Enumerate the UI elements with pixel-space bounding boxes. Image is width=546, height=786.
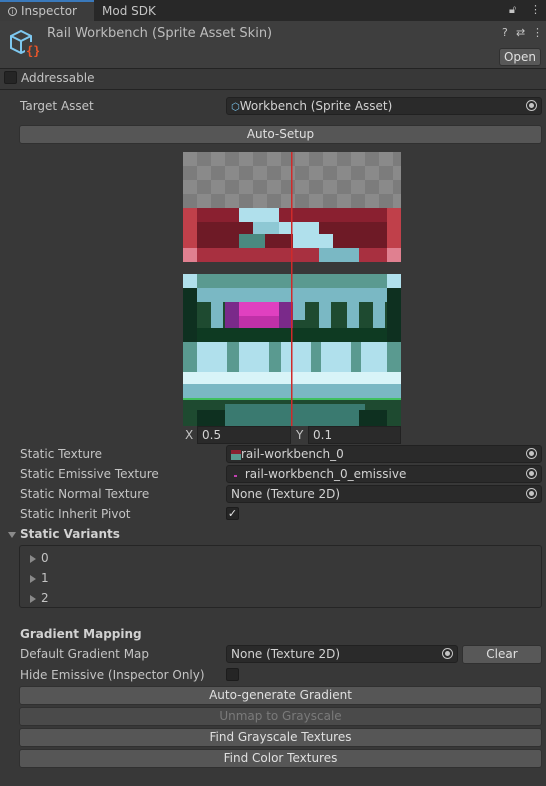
static-emissive-field[interactable]: rail-workbench_0_emissive [226, 465, 542, 483]
gradient-mapping-heading: Gradient Mapping [20, 627, 142, 641]
default-gradient-map-label: Default Gradient Map [20, 647, 150, 661]
static-variants-foldout[interactable]: Static Variants [8, 527, 120, 541]
addressable-checkbox[interactable] [4, 71, 17, 84]
static-normal-value: None (Texture 2D) [231, 487, 341, 501]
static-emissive-label: Static Emissive Texture [20, 467, 159, 481]
sprite-preview[interactable] [183, 152, 401, 426]
sprite-asset-icon: {} [10, 29, 39, 58]
pivot-y-field[interactable]: 0.1 [308, 426, 401, 444]
pivot-x-label: X [185, 428, 194, 442]
pivot-y-label: Y [296, 428, 304, 442]
default-gradient-map-value: None (Texture 2D) [231, 647, 341, 661]
static-variants-list: 0 1 2 [19, 545, 542, 608]
presets-icon[interactable]: ⇄ [516, 26, 525, 39]
page-title: Rail Workbench (Sprite Asset Skin) [47, 26, 273, 41]
tab-inspector[interactable]: i Inspector [0, 0, 94, 21]
object-picker-icon[interactable] [526, 100, 537, 111]
expand-arrow-icon [30, 554, 36, 563]
tab-bar: i Inspector Mod SDK 🔓︎ ⋮ [0, 0, 546, 21]
auto-generate-gradient-button[interactable]: Auto-generate Gradient [19, 686, 542, 705]
object-picker-icon[interactable] [526, 468, 537, 479]
expand-arrow-icon [30, 574, 36, 583]
pivot-x-field[interactable]: 0.5 [197, 426, 291, 444]
object-picker-icon[interactable] [526, 448, 537, 459]
svg-text:{}: {} [26, 44, 39, 58]
static-inherit-pivot-label: Static Inherit Pivot [20, 507, 131, 521]
static-texture-label: Static Texture [20, 447, 103, 461]
static-normal-field[interactable]: None (Texture 2D) [226, 485, 542, 503]
target-asset-label: Target Asset [20, 99, 94, 113]
object-picker-icon[interactable] [442, 648, 453, 659]
addressable-label: Addressable [21, 71, 95, 85]
target-asset-field[interactable]: ⬡Workbench (Sprite Asset) [226, 97, 542, 115]
hide-emissive-label: Hide Emissive (Inspector Only) [20, 668, 205, 682]
foldout-arrow-icon [8, 531, 16, 538]
expand-arrow-icon [30, 594, 36, 603]
tab-mod-sdk-label: Mod SDK [102, 4, 156, 18]
variant-label: 0 [41, 551, 49, 565]
tab-mod-sdk[interactable]: Mod SDK [102, 0, 156, 21]
inspector-header: {} Rail Workbench (Sprite Asset Skin) ? … [0, 21, 546, 68]
header-divider [0, 68, 546, 69]
variant-label: 1 [41, 571, 49, 585]
sprite-asset-small-icon: ⬡ [231, 102, 240, 113]
default-gradient-map-field[interactable]: None (Texture 2D) [226, 645, 458, 663]
target-asset-value: Workbench (Sprite Asset) [239, 99, 393, 113]
static-texture-field[interactable]: rail-workbench_0 [226, 445, 542, 463]
auto-setup-button[interactable]: Auto-Setup [19, 125, 542, 144]
clear-button[interactable]: Clear [462, 645, 542, 664]
lock-icon[interactable]: 🔓︎ [509, 3, 516, 17]
static-normal-label: Static Normal Texture [20, 487, 150, 501]
info-icon: i [8, 7, 17, 16]
tab-inspector-label: Inspector [21, 4, 77, 18]
static-inherit-pivot-checkbox[interactable]: ✓ [226, 507, 239, 520]
find-grayscale-textures-button[interactable]: Find Grayscale Textures [19, 728, 542, 747]
find-color-textures-button[interactable]: Find Color Textures [19, 749, 542, 768]
variant-label: 2 [41, 591, 49, 605]
help-icon[interactable]: ? [502, 26, 508, 39]
unmap-to-grayscale-button[interactable]: Unmap to Grayscale [19, 707, 542, 726]
hide-emissive-checkbox[interactable] [226, 668, 239, 681]
addressable-divider [0, 89, 546, 90]
emissive-thumb-icon [231, 470, 241, 480]
open-button[interactable]: Open [499, 48, 541, 66]
static-texture-value: rail-workbench_0 [241, 447, 344, 461]
more-icon[interactable]: ⋮ [532, 26, 543, 39]
list-item[interactable]: 1 [30, 571, 49, 585]
list-item[interactable]: 2 [30, 591, 49, 605]
texture-thumb-icon [231, 449, 241, 460]
object-picker-icon[interactable] [526, 488, 537, 499]
static-emissive-value: rail-workbench_0_emissive [244, 467, 407, 481]
static-variants-label: Static Variants [20, 527, 120, 541]
more-menu-icon[interactable]: ⋮ [530, 3, 541, 16]
list-item[interactable]: 0 [30, 551, 49, 565]
